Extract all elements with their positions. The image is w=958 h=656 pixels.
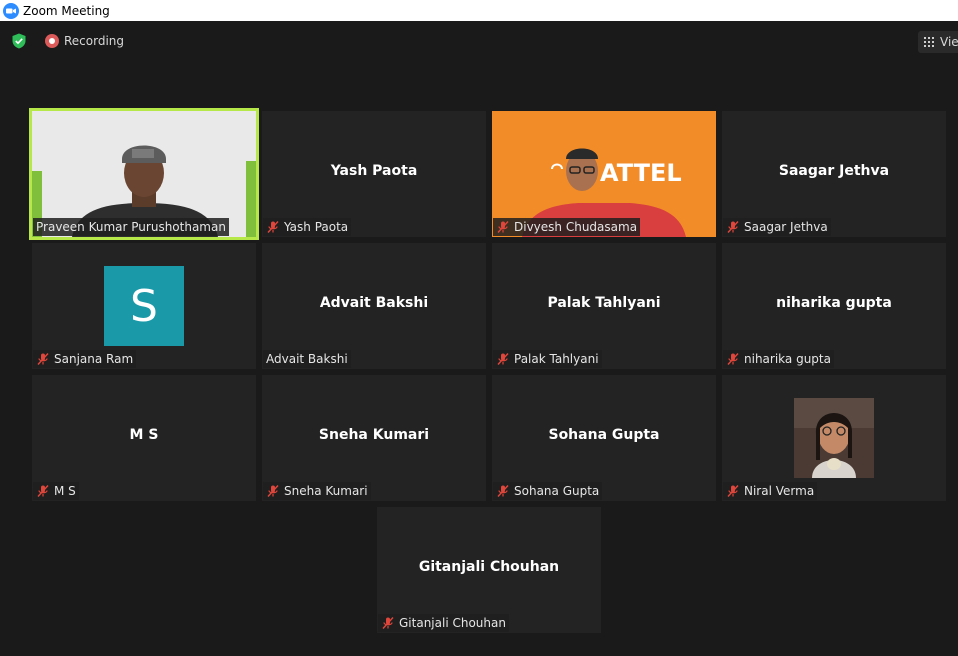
participant-name: Sneha Kumari (284, 484, 368, 498)
recording-indicator[interactable]: Recording (45, 34, 124, 48)
mic-muted-icon (37, 485, 49, 497)
view-label: View (940, 35, 958, 49)
participant-name-tag: Praveen Kumar Purushothaman (33, 218, 229, 236)
participant-name: Sanjana Ram (54, 352, 134, 366)
participant-name: Palak Tahlyani (514, 352, 599, 366)
mic-muted-icon (497, 221, 509, 233)
participant-name-tag: Sohana Gupta (493, 482, 603, 500)
participant-name: Sohana Gupta (514, 484, 600, 498)
mic-muted-icon (727, 353, 739, 365)
participant-tile[interactable]: Advait Bakshi Advait Bakshi (262, 243, 486, 369)
participant-name: Advait Bakshi (266, 352, 348, 366)
participant-tile[interactable]: S Sanjana Ram (32, 243, 256, 369)
participant-tile[interactable]: Sohana Gupta Sohana Gupta (492, 375, 716, 501)
participant-tile[interactable]: ATTEL Divyesh Chudasama (492, 111, 716, 237)
participant-tile[interactable]: Saagar Jethva Saagar Jethva (722, 111, 946, 237)
participant-name-tag: Yash Paota (263, 218, 352, 236)
window-title: Zoom Meeting (23, 3, 110, 18)
mic-muted-icon (267, 485, 279, 497)
meeting-view: Recording View Praveen Kumar Purushotham… (0, 21, 958, 656)
avatar: S (104, 266, 184, 346)
participant-name-tag: niharika gupta (723, 350, 834, 368)
participant-display-name: Yash Paota (330, 163, 418, 179)
participant-tile[interactable]: Niral Verma (722, 375, 946, 501)
profile-picture (794, 398, 874, 478)
recording-label: Recording (64, 34, 125, 48)
participant-display-name: Sneha Kumari (318, 427, 430, 443)
participant-name-tag: Sneha Kumari (263, 482, 371, 500)
participant-display-name: M S (129, 427, 159, 443)
participant-tile[interactable]: M S M S (32, 375, 256, 501)
participant-display-name: Sohana Gupta (548, 427, 660, 443)
participant-name-tag: Advait Bakshi (263, 350, 351, 368)
participant-tile[interactable]: niharika gupta niharika gupta (722, 243, 946, 369)
mic-muted-icon (497, 353, 509, 365)
mic-muted-icon (727, 221, 739, 233)
shield-check-icon[interactable] (11, 33, 27, 49)
mic-muted-icon (727, 485, 739, 497)
participant-display-name: Gitanjali Chouhan (418, 559, 560, 575)
mic-muted-icon (267, 221, 279, 233)
participant-display-name: Saagar Jethva (778, 163, 890, 179)
zoom-app-icon (3, 2, 19, 19)
participant-name: M S (54, 484, 76, 498)
participant-name: Yash Paota (284, 220, 349, 234)
participant-name: Gitanjali Chouhan (399, 616, 506, 630)
participant-display-name: niharika gupta (776, 295, 892, 311)
participant-display-name: Advait Bakshi (319, 295, 429, 311)
participant-name-tag: Saagar Jethva (723, 218, 831, 236)
participant-name-tag: Sanjana Ram (33, 350, 137, 368)
mic-muted-icon (382, 617, 394, 629)
participant-display-name: Palak Tahlyani (547, 295, 661, 311)
participant-tile[interactable]: Gitanjali Chouhan Gitanjali Chouhan (377, 507, 601, 633)
window-titlebar: Zoom Meeting (0, 0, 958, 21)
mic-muted-icon (497, 485, 509, 497)
participant-name: Saagar Jethva (744, 220, 828, 234)
participant-name: Niral Verma (744, 484, 815, 498)
participant-name: Divyesh Chudasama (514, 220, 638, 234)
participant-tile[interactable]: Sneha Kumari Sneha Kumari (262, 375, 486, 501)
participant-tile[interactable]: Palak Tahlyani Palak Tahlyani (492, 243, 716, 369)
participant-name-tag: Palak Tahlyani (493, 350, 602, 368)
participant-name-tag: Gitanjali Chouhan (378, 614, 509, 632)
participant-name-tag: Divyesh Chudasama (493, 218, 641, 236)
record-icon (45, 34, 59, 48)
view-button[interactable]: View (918, 31, 958, 53)
grid-view-icon (924, 37, 934, 47)
participant-tile[interactable]: Praveen Kumar Purushothaman (29, 108, 259, 240)
participant-name-tag: Niral Verma (723, 482, 818, 500)
participant-name: niharika gupta (744, 352, 831, 366)
mic-muted-icon (37, 353, 49, 365)
banner-text: ATTEL (600, 159, 682, 187)
participant-name-tag: M S (33, 482, 79, 500)
participant-tile[interactable]: Yash Paota Yash Paota (262, 111, 486, 237)
participant-name: Praveen Kumar Purushothaman (36, 220, 226, 234)
